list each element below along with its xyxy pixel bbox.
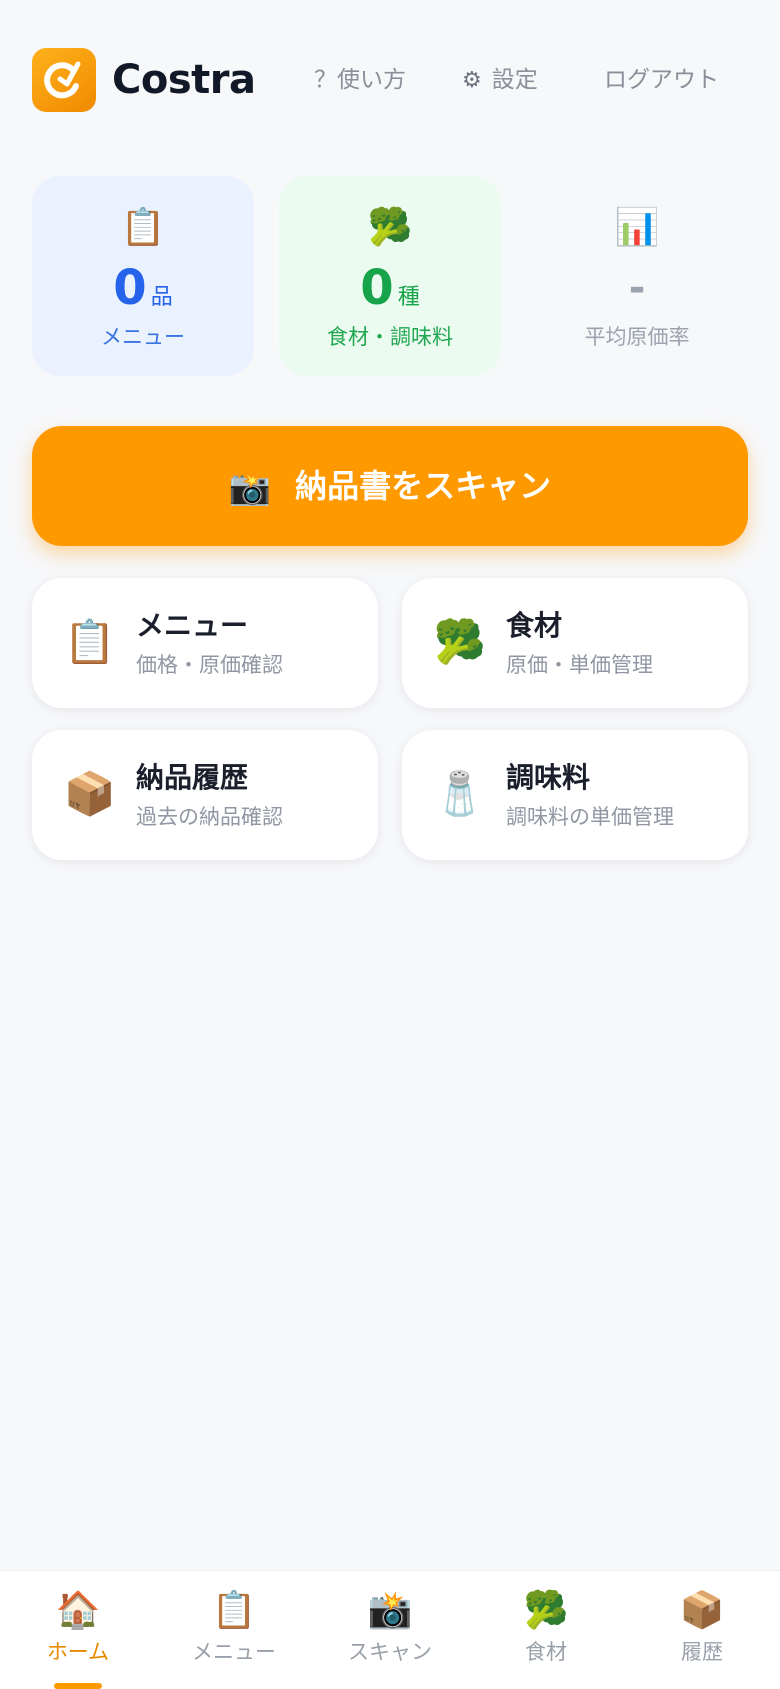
card-subtitle: 原価・単価管理 [506, 653, 653, 677]
clipboard-icon: 📋 [120, 207, 166, 248]
tab-ingredients[interactable]: 🥦 食材 [468, 1571, 624, 1689]
gear-icon: ⚙ [462, 68, 482, 93]
salt-shaker-icon: 🧂 [433, 769, 487, 818]
menu-card[interactable]: 📋 メニュー 価格・原価確認 [32, 578, 378, 708]
bar-chart-icon: 📊 [614, 207, 660, 248]
settings-label: 設定 [491, 67, 538, 93]
card-subtitle: 過去の納品確認 [136, 805, 283, 829]
clipboard-icon: 📋 [211, 1590, 257, 1631]
scan-invoice-button[interactable]: 📸 納品書をスキャン [32, 426, 748, 546]
card-title: 調味料 [506, 761, 591, 794]
tab-label: メニュー [192, 1640, 276, 1664]
seasonings-card[interactable]: 🧂 調味料 調味料の単価管理 [402, 730, 748, 860]
tab-menu[interactable]: 📋 メニュー [156, 1571, 312, 1689]
help-link[interactable]: ？使い方 [314, 62, 406, 98]
stat-value-line: 0種 [279, 260, 501, 327]
stat-menu-count: 📋 0品 メニュー [32, 176, 254, 376]
camera-flash-icon: 📸 [367, 1590, 413, 1631]
app-logo[interactable] [32, 48, 96, 112]
tab-label: スキャン [348, 1640, 432, 1664]
stat-label: 食材・調味料 [327, 325, 453, 349]
active-tab-indicator [54, 1683, 102, 1689]
stat-label: 平均原価率 [584, 325, 690, 349]
bottom-nav: 🏠 ホーム 📋 メニュー 📸 スキャン 🥦 食材 📦 履歴 [0, 1570, 780, 1689]
card-subtitle: 調味料の単価管理 [506, 805, 674, 829]
tab-history[interactable]: 📦 履歴 [624, 1571, 780, 1689]
broccoli-icon: 🥦 [367, 207, 413, 248]
stat-value: 0 [360, 260, 394, 316]
package-icon: 📦 [63, 769, 117, 818]
logo-mark-icon [44, 61, 81, 99]
home-icon: 🏠 [55, 1590, 101, 1631]
stat-value-line: 0品 [32, 260, 254, 327]
tab-label: 履歴 [681, 1640, 723, 1664]
logout-link[interactable]: ログアウト [604, 62, 719, 98]
stat-ingredient-count: 🥦 0種 食材・調味料 [279, 176, 501, 376]
stat-value: - [628, 265, 646, 311]
ingredients-card[interactable]: 🥦 食材 原価・単価管理 [402, 578, 748, 708]
card-subtitle: 価格・原価確認 [136, 653, 283, 677]
tab-label: ホーム [46, 1640, 110, 1664]
settings-link[interactable]: ⚙ 設定 [462, 62, 538, 99]
stat-label: メニュー [101, 325, 185, 349]
package-icon: 📦 [679, 1590, 725, 1631]
tab-home[interactable]: 🏠 ホーム [0, 1571, 156, 1689]
app-header: Costra ？使い方 ⚙ 設定 ログアウト [32, 48, 748, 112]
stat-unit: 種 [397, 285, 420, 310]
card-title: メニュー [136, 609, 249, 642]
camera-flash-icon: 📸 [228, 468, 272, 508]
tab-scan[interactable]: 📸 スキャン [312, 1571, 468, 1689]
card-title: 食材 [506, 609, 563, 642]
stat-value: 0 [113, 260, 147, 316]
stat-average-cost-rate: 📊 - 平均原価率 [526, 176, 748, 376]
app-title: Costra [112, 57, 256, 103]
stat-unit: 品 [150, 285, 173, 310]
stat-value-line: - [526, 260, 748, 324]
delivery-history-card[interactable]: 📦 納品履歴 過去の納品確認 [32, 730, 378, 860]
card-title: 納品履歴 [136, 761, 249, 794]
clipboard-icon: 📋 [63, 617, 117, 666]
broccoli-icon: 🥦 [523, 1590, 569, 1631]
stats-summary: 📋 0品 メニュー 🥦 0種 食材・調味料 📊 - 平均原価率 [32, 176, 748, 376]
tab-label: 食材 [525, 1640, 567, 1664]
scan-button-label: 納品書をスキャン [295, 467, 552, 505]
broccoli-icon: 🥦 [433, 617, 487, 666]
